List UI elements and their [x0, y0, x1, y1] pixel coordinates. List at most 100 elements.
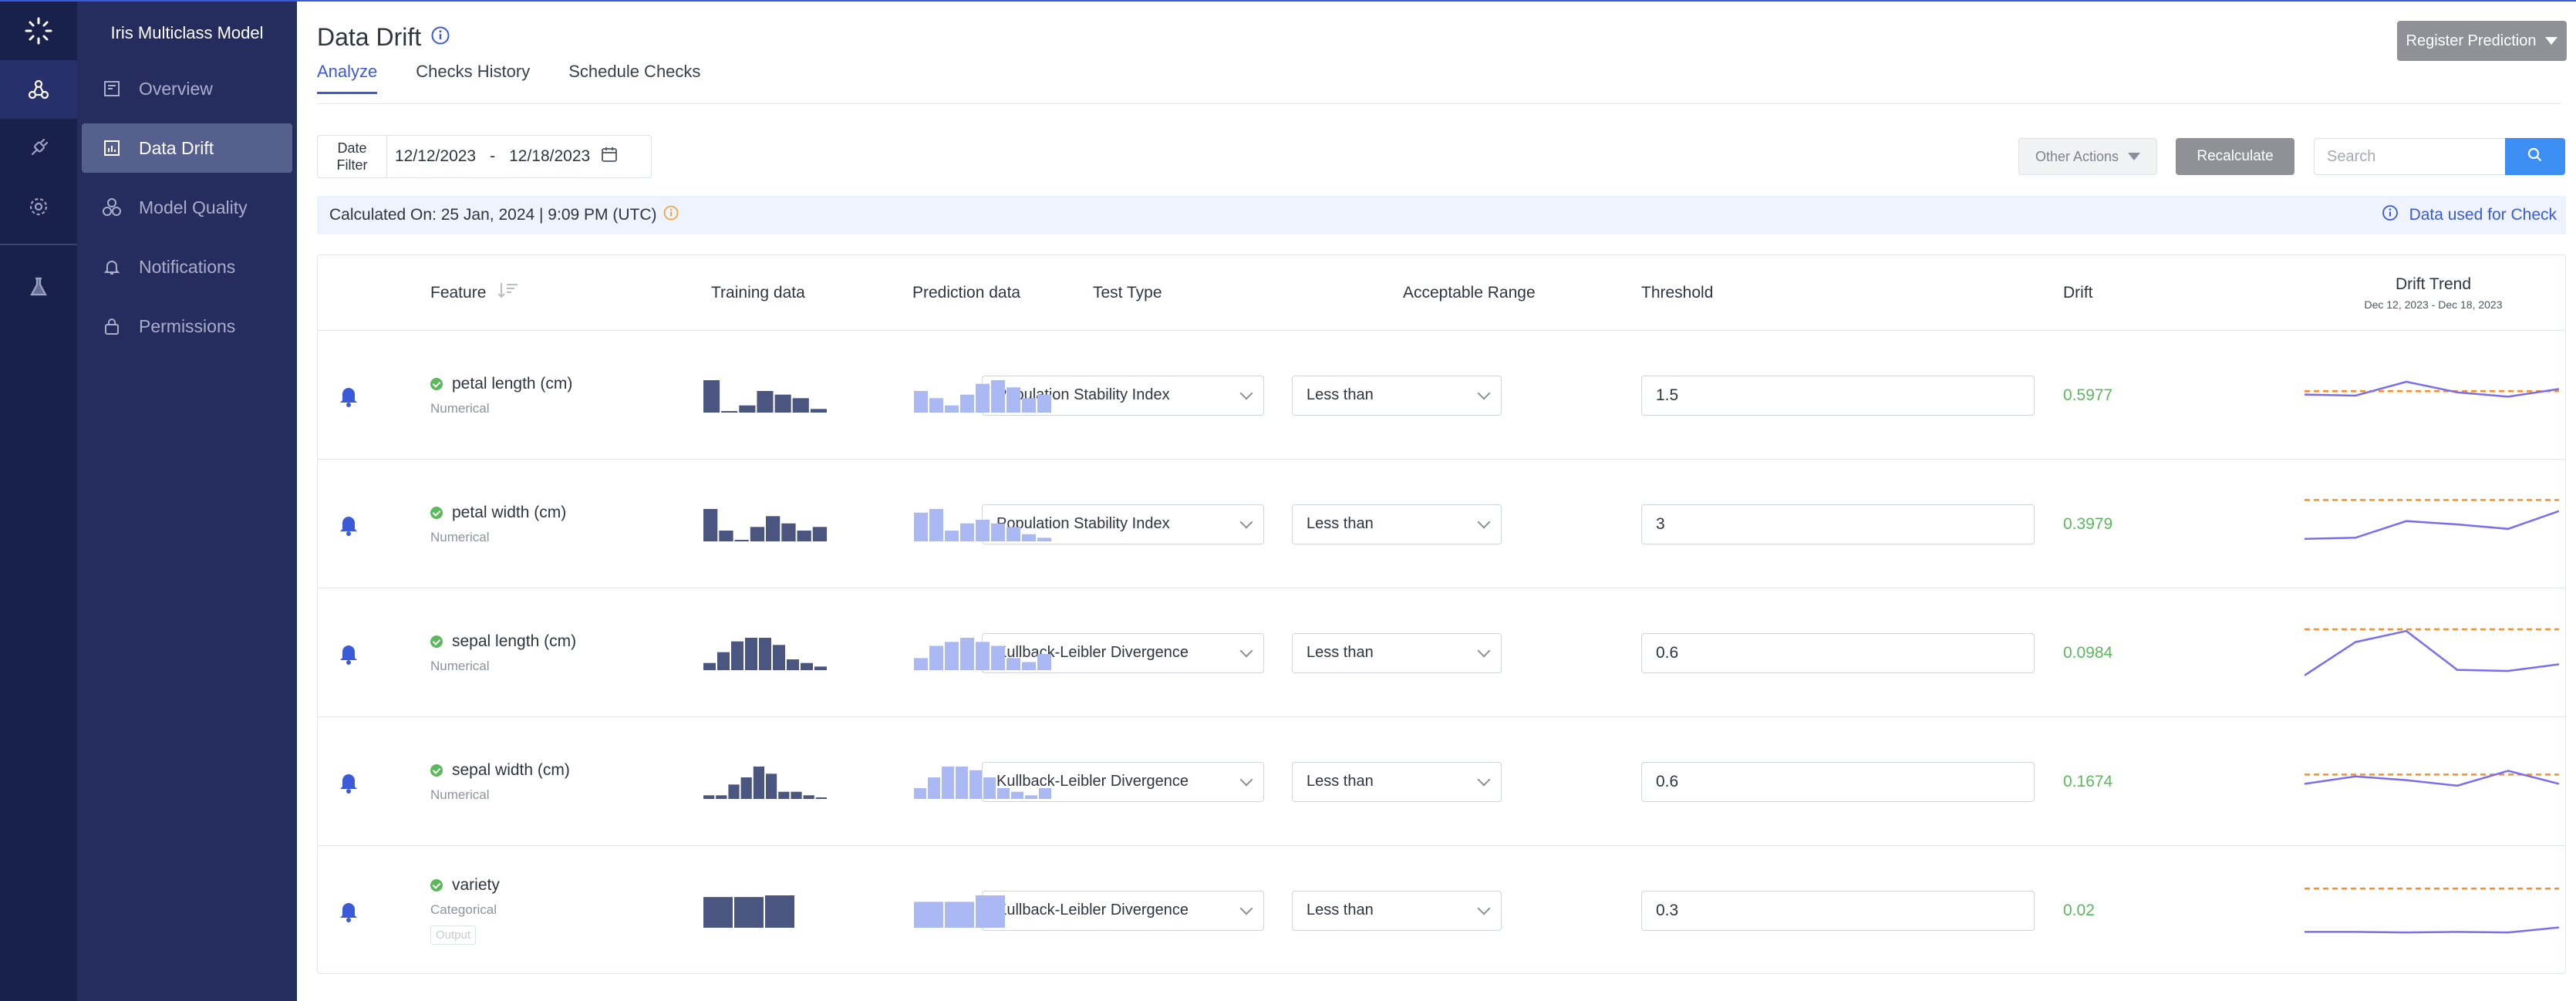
- search-input[interactable]: [2314, 138, 2505, 175]
- drift-trend-chart: [2305, 628, 2559, 676]
- tab-divider: [317, 103, 2561, 104]
- warning-info-icon[interactable]: [663, 205, 679, 225]
- drift-cell: 0.02: [2063, 846, 2095, 975]
- training-histogram: [703, 895, 794, 928]
- prediction-histogram-cell: [914, 460, 1053, 588]
- histogram-bar: [991, 645, 1005, 670]
- threshold-input[interactable]: 1.5: [1641, 375, 2035, 416]
- histogram-bar: [976, 895, 1005, 928]
- histogram-bar: [991, 379, 1005, 413]
- date-filter[interactable]: Date Filter 12/12/2023 - 12/18/2023: [317, 135, 652, 178]
- calendar-icon[interactable]: [601, 146, 618, 167]
- sidebar-item-model-quality[interactable]: Model Quality: [82, 183, 292, 232]
- flask-icon[interactable]: [0, 258, 77, 316]
- model-icon[interactable]: [0, 60, 77, 119]
- sidebar-item-permissions[interactable]: Permissions: [82, 302, 292, 351]
- date-filter-label-line2: Filter: [336, 157, 368, 173]
- end-date[interactable]: 12/18/2023: [509, 147, 590, 166]
- sidebar-item-label: Data Drift: [139, 137, 214, 158]
- histogram-bar: [734, 896, 764, 928]
- range-cell: Less than: [1292, 331, 1502, 460]
- acceptable-range-select[interactable]: Less than: [1292, 761, 1502, 802]
- drift-trend-chart: [2305, 769, 2559, 787]
- histogram-bar: [731, 641, 743, 670]
- alert-bell-icon[interactable]: [338, 460, 359, 588]
- threshold-input[interactable]: 0.3: [1641, 890, 2035, 931]
- histogram-bar: [942, 766, 954, 799]
- logo-icon[interactable]: [0, 2, 77, 60]
- status-check-icon: [430, 635, 443, 648]
- histogram-bar: [810, 408, 827, 413]
- range-value: Less than: [1307, 644, 1374, 661]
- header-acceptable-range: Acceptable Range: [1403, 284, 1536, 302]
- histogram-bar: [717, 652, 730, 670]
- acceptable-range-select[interactable]: Less than: [1292, 375, 1502, 416]
- sidebar-item-notifications[interactable]: Notifications: [82, 242, 292, 292]
- acceptable-range-select[interactable]: Less than: [1292, 504, 1502, 544]
- feature-type: Numerical: [430, 658, 490, 673]
- test-type-value: Kullback-Leibler Divergence: [996, 902, 1189, 918]
- overview-icon: [100, 77, 123, 100]
- histogram-bar: [766, 773, 777, 799]
- threshold-input[interactable]: 0.6: [1641, 632, 2035, 673]
- sidebar-item-overview[interactable]: Overview: [82, 64, 292, 113]
- other-actions-dropdown[interactable]: Other Actions: [2018, 138, 2157, 175]
- histogram-bar: [969, 770, 982, 799]
- header-feature[interactable]: Feature: [430, 255, 520, 331]
- chevron-down-icon: [1239, 644, 1253, 657]
- alert-bell-icon[interactable]: [338, 331, 359, 460]
- date-range[interactable]: 12/12/2023 - 12/18/2023: [387, 146, 618, 167]
- threshold-input[interactable]: 0.6: [1641, 761, 2035, 802]
- drift-cell: 0.5977: [2063, 331, 2112, 460]
- threshold-input[interactable]: 3: [1641, 504, 2035, 544]
- chevron-down-icon: [1477, 773, 1491, 786]
- feature-label: variety: [452, 876, 500, 894]
- data-used-for-check-link[interactable]: Data used for Check: [2382, 196, 2557, 234]
- status-check-icon: [430, 506, 443, 519]
- alert-bell-icon[interactable]: [338, 846, 359, 975]
- histogram-bar: [759, 637, 771, 670]
- tab-schedule-checks[interactable]: Schedule Checks: [568, 62, 700, 94]
- plug-icon[interactable]: [0, 119, 77, 177]
- histogram-bar: [814, 666, 827, 670]
- caret-down-icon: [2545, 37, 2558, 45]
- tab-checks-history[interactable]: Checks History: [416, 62, 530, 94]
- histogram-bar: [797, 530, 811, 541]
- sidebar-item-data-drift[interactable]: Data Drift: [82, 123, 292, 173]
- training-histogram: [703, 766, 827, 799]
- tab-analyze[interactable]: Analyze: [317, 62, 378, 94]
- alert-bell-icon[interactable]: [338, 588, 359, 717]
- range-cell: Less than: [1292, 460, 1502, 588]
- register-prediction-button[interactable]: Register Prediction: [2397, 21, 2567, 61]
- calculated-on-text: Calculated On: 25 Jan, 2024 | 9:09 PM (U…: [329, 206, 657, 224]
- range-cell: Less than: [1292, 588, 1502, 717]
- prediction-histogram-cell: [914, 846, 1006, 975]
- histogram-bar: [976, 519, 990, 541]
- feature-name[interactable]: sepal width (cm): [430, 761, 570, 780]
- search-button[interactable]: [2505, 138, 2565, 175]
- feature-name[interactable]: petal width (cm): [430, 504, 566, 522]
- date-separator: -: [490, 147, 496, 165]
- sidebar-item-label: Notifications: [139, 256, 236, 277]
- histogram-bar: [945, 641, 959, 670]
- feature-name[interactable]: variety: [430, 876, 500, 895]
- search-box: [2314, 138, 2565, 175]
- prediction-histogram: [914, 508, 1051, 541]
- acceptable-range-select[interactable]: Less than: [1292, 632, 1502, 673]
- recalculate-button[interactable]: Recalculate: [2176, 138, 2294, 175]
- table-row: sepal width (cm) Numerical Kullback-Leib…: [318, 717, 2565, 846]
- alert-bell-icon[interactable]: [338, 717, 359, 846]
- acceptable-range-select[interactable]: Less than: [1292, 890, 1502, 931]
- test-type-select[interactable]: Kullback-Leibler Divergence: [982, 890, 1264, 931]
- settings-icon[interactable]: [0, 177, 77, 236]
- start-date[interactable]: 12/12/2023: [395, 147, 476, 166]
- feature-name[interactable]: petal length (cm): [430, 375, 572, 393]
- histogram-bar: [956, 766, 968, 799]
- header-drift-trend-label: Drift Trend: [2395, 275, 2472, 293]
- sort-icon[interactable]: [497, 281, 520, 305]
- lock-icon: [100, 315, 123, 338]
- info-icon[interactable]: [430, 23, 450, 52]
- feature-name[interactable]: sepal length (cm): [430, 632, 576, 651]
- histogram-bar: [976, 641, 990, 670]
- histogram-bar: [781, 523, 796, 541]
